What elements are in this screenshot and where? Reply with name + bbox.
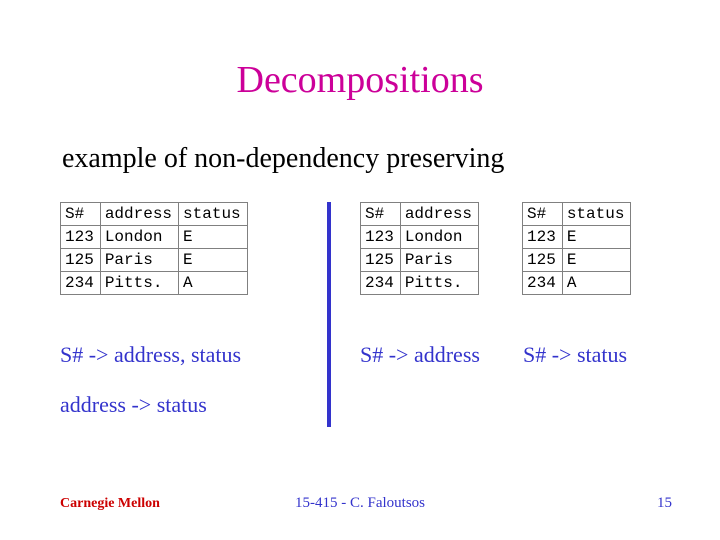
content-area: S# address status 123 London E 125 Paris… — [60, 202, 660, 432]
table-header-row: S# status — [523, 203, 631, 226]
cell: 125 — [361, 249, 401, 272]
cell: Paris — [100, 249, 178, 272]
cell: Pitts. — [100, 272, 178, 295]
fd-mid: S# -> address — [360, 342, 480, 368]
table-row: 123 London E — [61, 226, 248, 249]
col-header: status — [179, 203, 248, 226]
cell: 234 — [523, 272, 563, 295]
cell: 123 — [523, 226, 563, 249]
slide-title: Decompositions — [0, 58, 720, 102]
table-row: 234 A — [523, 272, 631, 295]
col-header: address — [100, 203, 178, 226]
cell: Paris — [400, 249, 478, 272]
cell: E — [179, 226, 248, 249]
cell: 125 — [523, 249, 563, 272]
cell: E — [562, 249, 631, 272]
cell: 125 — [61, 249, 101, 272]
table-header-row: S# address status — [61, 203, 248, 226]
table-full: S# address status 123 London E 125 Paris… — [60, 202, 248, 295]
cell: London — [400, 226, 478, 249]
cell: 123 — [61, 226, 101, 249]
table-row: 123 E — [523, 226, 631, 249]
fd-left-1: S# -> address, status — [60, 342, 241, 368]
table-row: 125 E — [523, 249, 631, 272]
table-row: 123 London — [361, 226, 479, 249]
col-header: address — [400, 203, 478, 226]
cell: 123 — [361, 226, 401, 249]
cell: 234 — [61, 272, 101, 295]
footer-center: 15-415 - C. Faloutsos — [0, 495, 720, 512]
table-row: 234 Pitts. A — [61, 272, 248, 295]
cell: London — [100, 226, 178, 249]
fd-left-2: address -> status — [60, 392, 207, 418]
footer-page: 15 — [657, 495, 672, 512]
col-header: S# — [523, 203, 563, 226]
fd-right: S# -> status — [523, 342, 627, 368]
cell: Pitts. — [400, 272, 478, 295]
table-header-row: S# address — [361, 203, 479, 226]
cell: A — [179, 272, 248, 295]
cell: E — [179, 249, 248, 272]
table-row: 125 Paris — [361, 249, 479, 272]
vertical-divider — [327, 202, 331, 427]
slide-subtitle: example of non-dependency preserving — [62, 143, 504, 175]
col-header: S# — [61, 203, 101, 226]
col-header: S# — [361, 203, 401, 226]
table-status: S# status 123 E 125 E 234 A — [522, 202, 631, 295]
cell: 234 — [361, 272, 401, 295]
slide: Decompositions example of non-dependency… — [0, 0, 720, 540]
table-row: 125 Paris E — [61, 249, 248, 272]
table-row: 234 Pitts. — [361, 272, 479, 295]
cell: E — [562, 226, 631, 249]
table-address: S# address 123 London 125 Paris 234 Pitt… — [360, 202, 479, 295]
col-header: status — [562, 203, 631, 226]
cell: A — [562, 272, 631, 295]
